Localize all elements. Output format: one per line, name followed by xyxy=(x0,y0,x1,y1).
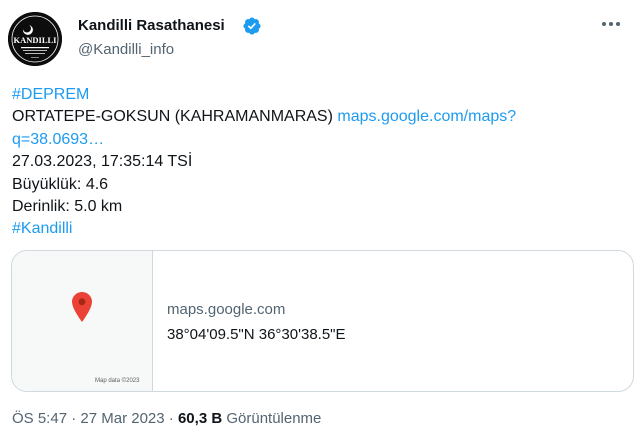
meta-separator: · xyxy=(71,410,77,427)
more-options-icon[interactable] xyxy=(598,14,624,34)
map-credit: Map data ©2023 xyxy=(95,378,140,384)
card-coordinates: 38°04'09.5"N 36°30'38.5"E xyxy=(167,326,346,343)
magnitude-text: Büyüklük: 4.6 xyxy=(12,175,109,193)
views-count: 60,3 B xyxy=(177,410,223,427)
link-preview-card[interactable]: Map data ©2023 maps.google.com 38°04'09.… xyxy=(11,250,634,392)
map-pin-icon xyxy=(72,292,92,322)
verified-badge-icon xyxy=(243,17,261,35)
location-text: ORTATEPE-GOKSUN (KAHRAMANMARAS) xyxy=(12,108,333,126)
kandilli-logo-icon: KANDILLI xyxy=(8,12,62,66)
views-label: Görüntülenme xyxy=(226,410,322,427)
card-domain: maps.google.com xyxy=(167,301,286,318)
tweet-time[interactable]: ÖS 5:47 xyxy=(12,410,67,427)
map-thumbnail: Map data ©2023 xyxy=(12,251,153,391)
avatar[interactable]: KANDILLI xyxy=(8,12,62,66)
tweet-text: #DEPREM ORTATEPE-GOKSUN (KAHRAMANMARAS) … xyxy=(12,84,624,241)
maps-link[interactable]: maps.google.com/maps? xyxy=(337,108,516,125)
hashtag-deprem[interactable]: #DEPREM xyxy=(12,86,89,103)
author-handle[interactable]: @Kandilli_info xyxy=(78,41,174,58)
hashtag-kandilli[interactable]: #Kandilli xyxy=(12,220,72,237)
author-display-name[interactable]: Kandilli Rasathanesi xyxy=(78,17,225,34)
avatar-text: KANDILLI xyxy=(14,35,58,45)
depth-text: Derinlik: 5.0 km xyxy=(12,198,123,216)
tweet-date[interactable]: 27 Mar 2023 xyxy=(80,410,164,427)
tweet: KANDILLI Kandilli Rasathanesi @Kandilli_… xyxy=(0,0,640,437)
meta-separator: · xyxy=(168,410,174,427)
datetime-text: 27.03.2023, 17:35:14 TSİ xyxy=(12,153,193,171)
maps-link-continued[interactable]: q=38.0693… xyxy=(12,131,104,148)
tweet-meta: ÖS 5:47 · 27 Mar 2023 · 60,3 B Görüntüle… xyxy=(12,410,321,427)
